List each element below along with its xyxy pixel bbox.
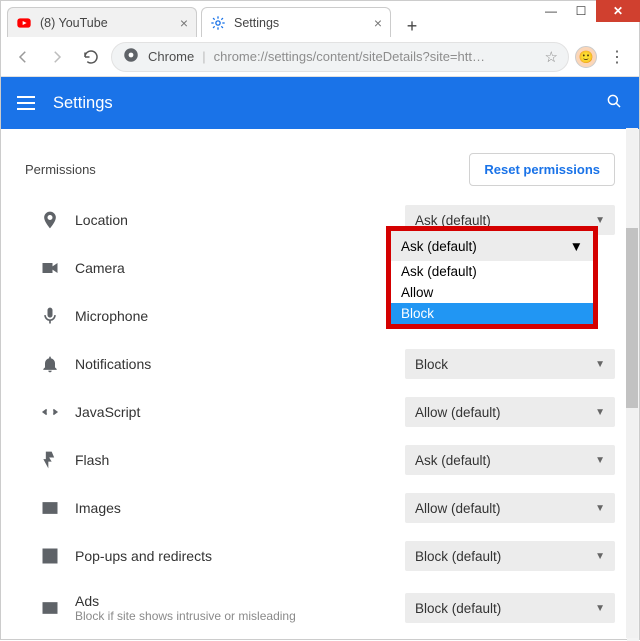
new-tab-button[interactable]: + [401, 15, 423, 37]
perm-label: Notifications [75, 356, 405, 372]
perm-js-select[interactable]: Allow (default) ▼ [405, 397, 615, 427]
chevron-down-icon: ▼ [595, 407, 605, 418]
chevron-down-icon: ▼ [570, 239, 583, 254]
popup-icon [25, 546, 75, 566]
select-value: Block (default) [415, 549, 501, 564]
perm-label: Camera [75, 260, 405, 276]
omnibox-url: chrome://settings/content/siteDetails?si… [214, 49, 485, 64]
settings-title: Settings [53, 94, 113, 113]
chrome-lock-icon [122, 46, 140, 67]
toolbar: Chrome | chrome://settings/content/siteD… [1, 37, 639, 77]
profile-avatar[interactable]: 🙂 [575, 46, 597, 68]
window-close-button[interactable]: ✕ [596, 0, 640, 22]
flash-icon [25, 450, 75, 470]
chevron-down-icon: ▼ [595, 215, 605, 226]
perm-camera-select[interactable]: Ask (default) ▼ [391, 231, 593, 261]
window-maximize-button[interactable]: ☐ [566, 0, 596, 22]
chevron-down-icon: ▼ [595, 503, 605, 514]
perm-bell-select[interactable]: Block ▼ [405, 349, 615, 379]
tab-settings[interactable]: Settings × [201, 7, 391, 37]
chevron-down-icon: ▼ [595, 603, 605, 614]
ads-icon [25, 598, 75, 618]
select-value: Allow (default) [415, 405, 501, 420]
select-value: Block (default) [415, 601, 501, 616]
select-value: Ask (default) [401, 239, 477, 254]
tab-title: (8) YouTube [40, 16, 172, 30]
perm-ads-row: AdsBlock if site shows intrusive or misl… [25, 580, 615, 636]
perm-label: Pop-ups and redirects [75, 548, 405, 564]
search-icon[interactable] [605, 92, 623, 115]
settings-header: Settings [1, 77, 639, 129]
dropdown-option-allow[interactable]: Allow [391, 282, 593, 303]
chevron-down-icon: ▼ [595, 551, 605, 562]
omnibox[interactable]: Chrome | chrome://settings/content/siteD… [111, 42, 569, 72]
perm-ads-select[interactable]: Block (default) ▼ [405, 593, 615, 623]
perm-flash-row: Flash Ask (default) ▼ [25, 436, 615, 484]
back-button[interactable] [9, 43, 37, 71]
camera-dropdown-highlight: Ask (default) ▼ Ask (default) Allow Bloc… [386, 226, 598, 329]
images-icon [25, 498, 75, 518]
chevron-down-icon: ▼ [595, 359, 605, 370]
perm-popup-row: Pop-ups and redirects Block (default) ▼ [25, 532, 615, 580]
perm-label: Flash [75, 452, 405, 468]
reload-button[interactable] [77, 43, 105, 71]
bell-icon [25, 354, 75, 374]
perm-images-select[interactable]: Allow (default) ▼ [405, 493, 615, 523]
select-value: Ask (default) [415, 453, 491, 468]
gear-icon [210, 15, 226, 31]
window-scrollbar-track[interactable] [626, 128, 638, 638]
dropdown-option-ask[interactable]: Ask (default) [391, 261, 593, 282]
perm-images-row: Images Allow (default) ▼ [25, 484, 615, 532]
select-value: Allow (default) [415, 501, 501, 516]
settings-content: Permissions Reset permissions LocationAs… [1, 129, 639, 641]
perm-js-row: JavaScript Allow (default) ▼ [25, 388, 615, 436]
perm-label: Ads [75, 593, 405, 609]
omnibox-scheme: Chrome [148, 49, 194, 64]
section-title: Permissions [25, 162, 96, 177]
camera-icon [25, 258, 75, 278]
chevron-down-icon: ▼ [595, 455, 605, 466]
tab-youtube[interactable]: (8) YouTube × [7, 7, 197, 37]
perm-sublabel: Block if site shows intrusive or mislead… [75, 609, 405, 623]
youtube-icon [16, 15, 32, 31]
tab-title: Settings [234, 16, 366, 30]
perm-label: Location [75, 212, 405, 228]
perm-flash-select[interactable]: Ask (default) ▼ [405, 445, 615, 475]
dropdown-option-block[interactable]: Block [391, 303, 593, 324]
mic-icon [25, 306, 75, 326]
perm-popup-select[interactable]: Block (default) ▼ [405, 541, 615, 571]
tab-close-icon[interactable]: × [180, 15, 188, 31]
window-minimize-button[interactable]: — [536, 0, 566, 22]
perm-label: Microphone [75, 308, 405, 324]
browser-menu-button[interactable]: ⋮ [603, 43, 631, 71]
hamburger-icon[interactable] [17, 102, 35, 104]
perm-bell-row: Notifications Block ▼ [25, 340, 615, 388]
reset-permissions-button[interactable]: Reset permissions [469, 153, 615, 186]
tab-close-icon[interactable]: × [374, 15, 382, 31]
star-icon[interactable]: ☆ [545, 48, 558, 66]
perm-label: JavaScript [75, 404, 405, 420]
location-icon [25, 210, 75, 230]
js-icon [25, 402, 75, 422]
window-scrollbar-thumb[interactable] [626, 228, 638, 408]
forward-button[interactable] [43, 43, 71, 71]
perm-label: Images [75, 500, 405, 516]
select-value: Block [415, 357, 448, 372]
